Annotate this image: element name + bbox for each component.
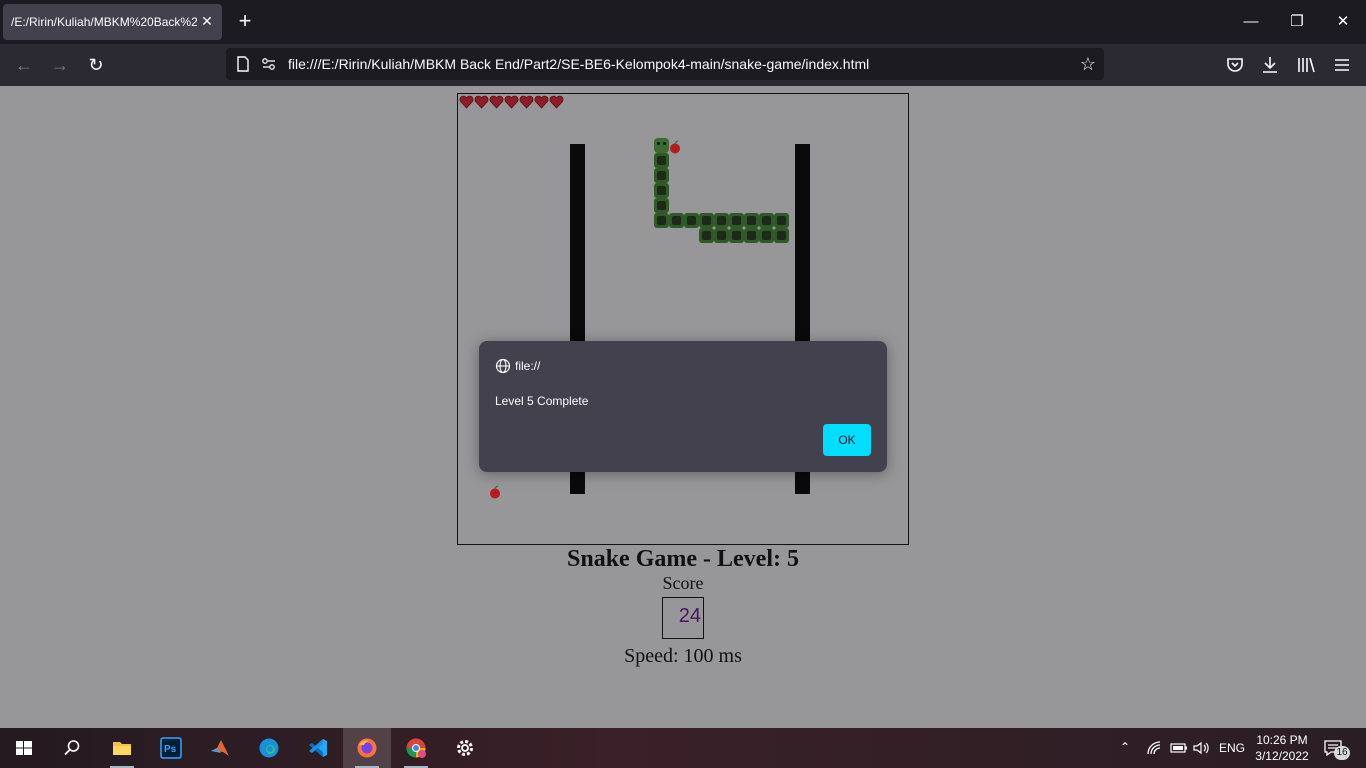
browser-tab-active[interactable]: /E:/Ririn/Kuliah/MBKM%20Back%2 ✕ <box>3 4 222 40</box>
game-board <box>457 93 909 545</box>
notification-center-button[interactable]: 16 <box>1322 738 1352 760</box>
snake-head <box>654 138 669 153</box>
tab-strip: /E:/Ririn/Kuliah/MBKM%20Back%2 ✕ + — ❐ ✕ <box>0 0 1366 44</box>
score-box: 24 <box>662 597 704 639</box>
apple-food-icon <box>670 140 680 154</box>
snake-segment <box>654 168 669 183</box>
snake-segment <box>699 213 714 228</box>
speed-text: Speed: 100 ms <box>624 645 742 667</box>
heart-life-icon <box>549 95 564 109</box>
search-button[interactable] <box>48 728 96 768</box>
heart-life-icon <box>504 95 519 109</box>
snake-segment <box>654 198 669 213</box>
snake-segment <box>714 213 729 228</box>
notification-count-badge: 16 <box>1334 746 1350 760</box>
volume-icon[interactable] <box>1192 740 1210 756</box>
snake-segment <box>684 213 699 228</box>
gear-icon <box>457 740 473 756</box>
heart-life-icon <box>459 95 474 109</box>
firefox-button[interactable] <box>343 728 391 768</box>
firefox-icon <box>357 738 377 758</box>
snake-segment <box>654 183 669 198</box>
dialog-message: Level 5 Complete <box>495 394 589 408</box>
search-icon <box>64 740 80 756</box>
svg-text:Ps: Ps <box>164 744 177 755</box>
settings-button[interactable] <box>441 728 489 768</box>
matlab-button[interactable] <box>196 728 244 768</box>
snake-segment <box>729 228 744 243</box>
snake-segment <box>744 228 759 243</box>
start-button[interactable] <box>0 728 48 768</box>
url-bar[interactable]: file:///E:/Ririn/Kuliah/MBKM Back End/Pa… <box>226 48 1104 80</box>
new-tab-button[interactable]: + <box>234 10 256 32</box>
alert-dialog: file:// Level 5 Complete OK <box>479 341 887 472</box>
restore-button[interactable]: ❐ <box>1284 10 1310 34</box>
bookmark-star-icon[interactable]: ☆ <box>1078 54 1098 74</box>
back-button[interactable]: ← <box>12 53 36 77</box>
snake-segment <box>759 228 774 243</box>
menu-icon[interactable] <box>1330 53 1354 77</box>
heart-life-icon <box>534 95 549 109</box>
score-label: Score <box>662 573 704 593</box>
ok-button[interactable]: OK <box>823 424 871 456</box>
lives-display <box>459 95 564 109</box>
snake-segment <box>774 213 789 228</box>
forward-button[interactable]: → <box>48 53 72 77</box>
library-icon[interactable] <box>1294 53 1318 77</box>
downloads-icon[interactable] <box>1258 53 1282 77</box>
battery-icon[interactable] <box>1170 741 1188 755</box>
reload-button[interactable]: ↻ <box>84 53 108 77</box>
score-value: 24 <box>678 605 701 627</box>
snake-segment <box>654 153 669 168</box>
pocket-icon[interactable] <box>1223 53 1247 77</box>
edge-icon <box>259 738 279 758</box>
clock-date: 3/12/2022 <box>1255 749 1309 763</box>
apple-food-icon <box>490 485 500 499</box>
url-text[interactable]: file:///E:/Ririn/Kuliah/MBKM Back End/Pa… <box>288 56 869 72</box>
file-explorer-button[interactable] <box>98 728 146 768</box>
windows-logo-icon <box>16 741 32 755</box>
snake-segment <box>654 213 669 228</box>
heart-life-icon <box>519 95 534 109</box>
snake-segment <box>669 213 684 228</box>
language-indicator[interactable]: ENG <box>1219 741 1245 768</box>
globe-icon <box>495 358 511 374</box>
show-hidden-icons-chevron-icon[interactable]: ⌃ <box>1120 740 1138 768</box>
chrome-icon <box>406 738 426 758</box>
snake-segment <box>774 228 789 243</box>
tab-title: /E:/Ririn/Kuliah/MBKM%20Back%2 <box>11 15 197 29</box>
minimize-button[interactable]: — <box>1238 10 1264 34</box>
tab-close-icon[interactable]: ✕ <box>200 12 214 30</box>
clock-time: 10:26 PM <box>1256 733 1308 747</box>
snake-segment <box>699 228 714 243</box>
page-icon <box>237 56 249 72</box>
vscode-icon <box>309 739 327 757</box>
heart-life-icon <box>489 95 504 109</box>
navigation-toolbar: ← → ↻ file:///E:/Ririn/Kuliah/MBKM Back … <box>0 44 1366 86</box>
snake-segment <box>714 228 729 243</box>
folder-icon <box>113 742 131 755</box>
snake-segment <box>729 213 744 228</box>
chrome-button[interactable] <box>392 728 440 768</box>
wifi-icon[interactable] <box>1146 740 1164 756</box>
vscode-button[interactable] <box>294 728 342 768</box>
clock[interactable]: 10:26 PM 3/12/2022 <box>1245 732 1319 764</box>
matlab-icon <box>211 740 229 756</box>
game-title: Snake Game - Level: 5 <box>567 546 799 572</box>
heart-life-icon <box>474 95 489 109</box>
snake-segment <box>759 213 774 228</box>
photoshop-icon: Ps <box>160 737 182 759</box>
photoshop-button[interactable]: Ps <box>147 728 195 768</box>
snake-segment <box>744 213 759 228</box>
dialog-origin: file:// <box>515 359 541 373</box>
permissions-icon[interactable] <box>260 55 278 73</box>
windows-taskbar: Ps ⌃ ENG 10:26 PM 3/12/2022 16 <box>0 728 1366 768</box>
close-window-button[interactable]: ✕ <box>1330 10 1356 34</box>
edge-button[interactable] <box>245 728 293 768</box>
